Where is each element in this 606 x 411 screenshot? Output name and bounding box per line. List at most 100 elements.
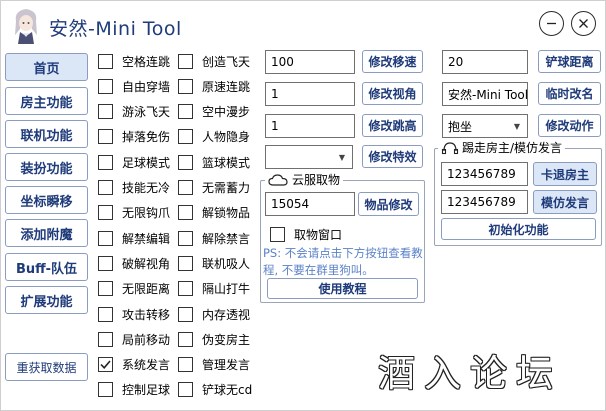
feature-checkbox-row[interactable]: 创造飞天: [178, 53, 250, 69]
shovel-distance-button[interactable]: 铲球距离: [538, 50, 601, 73]
feature-checkbox-row[interactable]: 解禁编辑: [98, 230, 170, 246]
feature-checkbox[interactable]: [178, 154, 193, 170]
mimic-speech-button[interactable]: 模仿发言: [533, 190, 597, 214]
refresh-data-button[interactable]: 重获取数据: [5, 353, 88, 381]
feature-checkbox-row[interactable]: 无需蓄力: [178, 180, 250, 196]
feature-checkbox-row[interactable]: 技能无冷: [98, 180, 170, 196]
feature-checkbox-row[interactable]: 游泳飞天: [98, 104, 170, 120]
shovel-distance-input[interactable]: 20: [442, 50, 528, 74]
feature-checkbox-row[interactable]: 无限距离: [98, 281, 170, 297]
feature-checkbox-row[interactable]: 自由穿墙: [98, 78, 170, 94]
feature-checkbox[interactable]: [98, 129, 113, 145]
feature-checkbox[interactable]: [178, 205, 193, 221]
title-bar[interactable]: 安然-Mini Tool: [1, 1, 605, 47]
rename-input[interactable]: 安然-Mini Tool: [442, 82, 528, 106]
item-window-checkbox[interactable]: [270, 226, 285, 242]
feature-checkbox[interactable]: [178, 255, 193, 271]
nav-online-functions[interactable]: 联机功能: [5, 120, 88, 148]
change-speed-button[interactable]: 修改移速: [362, 50, 423, 73]
feature-checkbox-row[interactable]: 隔山打牛: [178, 281, 250, 297]
feature-checkbox[interactable]: [98, 205, 113, 221]
feature-checkbox[interactable]: [178, 78, 193, 94]
action-select-value: 抱坐: [448, 119, 473, 134]
feature-checkbox[interactable]: [98, 281, 113, 297]
feature-checkbox[interactable]: [178, 281, 193, 297]
feature-checkbox-row[interactable]: 人物隐身: [178, 129, 250, 145]
feature-checkbox[interactable]: [98, 255, 113, 271]
feature-checkbox[interactable]: [98, 331, 113, 347]
action-select[interactable]: 抱坐 ▼: [442, 114, 528, 138]
kick-group-title-text: 踢走房主/模仿发言: [462, 141, 563, 155]
feature-checkbox-row[interactable]: 破解视角: [98, 255, 170, 271]
mimic-id-input[interactable]: 123456789: [441, 190, 528, 214]
feature-checkbox[interactable]: [178, 357, 193, 373]
close-button[interactable]: [571, 11, 596, 36]
feature-checkbox[interactable]: [98, 306, 113, 322]
nav-teleport[interactable]: 坐标瞬移: [5, 186, 88, 214]
feature-checkbox-row[interactable]: 内存透视: [178, 306, 250, 322]
feature-checkbox[interactable]: [98, 53, 113, 69]
item-id-input[interactable]: 15054: [265, 192, 355, 216]
change-jump-button[interactable]: 修改跳高: [362, 114, 423, 137]
feature-checkbox[interactable]: [98, 104, 113, 120]
feature-checkbox[interactable]: [178, 230, 193, 246]
nav-buff-team[interactable]: Buff-队伍: [5, 253, 88, 281]
feature-checkbox-row[interactable]: 局前移动: [98, 331, 170, 347]
view-angle-input[interactable]: 1: [265, 82, 355, 106]
item-modify-button[interactable]: 物品修改: [358, 192, 419, 216]
nav-home[interactable]: 首页: [5, 53, 88, 81]
feature-checkbox-row[interactable]: 掉落免伤: [98, 129, 170, 145]
feature-checkbox-row[interactable]: 足球模式: [98, 154, 170, 170]
feature-checkbox[interactable]: [178, 53, 193, 69]
feature-checkbox[interactable]: [98, 180, 113, 195]
feature-label: 攻击转移: [122, 307, 171, 322]
feature-checkbox-row[interactable]: 篮球模式: [178, 154, 250, 170]
feature-checkbox[interactable]: [178, 129, 193, 145]
feature-checkbox-row[interactable]: 系统发言: [98, 357, 170, 373]
feature-checkbox-row[interactable]: 解锁物品: [178, 205, 250, 221]
nav-dressup-functions[interactable]: 装扮功能: [5, 153, 88, 181]
change-view-button[interactable]: 修改视角: [362, 82, 423, 105]
feature-checkbox-row[interactable]: 空中漫步: [178, 104, 250, 120]
feature-checkbox-row[interactable]: 原速连跳: [178, 78, 250, 94]
feature-checkbox-row[interactable]: 空格连跳: [98, 53, 170, 69]
tutorial-button[interactable]: 使用教程: [267, 278, 418, 299]
kick-id-input[interactable]: 123456789: [441, 162, 528, 186]
feature-checkbox[interactable]: [98, 78, 113, 94]
nav-add-enchant[interactable]: 添加附魔: [5, 219, 88, 247]
feature-checkbox[interactable]: [178, 104, 193, 120]
feature-label: 掉落免伤: [122, 130, 171, 145]
feature-checkbox[interactable]: [98, 357, 113, 373]
minimize-button[interactable]: [539, 11, 564, 36]
move-speed-input[interactable]: 100: [265, 50, 355, 74]
close-icon: [579, 19, 588, 28]
feature-checkbox-row[interactable]: 攻击转移: [98, 306, 170, 322]
feature-checkbox-row[interactable]: 解除禁言: [178, 230, 250, 246]
kick-host-button[interactable]: 卡退房主: [533, 162, 597, 186]
feature-label: 篮球模式: [202, 155, 251, 170]
feature-label: 无限距离: [122, 282, 171, 297]
feature-checkbox[interactable]: [178, 382, 193, 398]
feature-checkbox[interactable]: [178, 331, 193, 347]
init-functions-button[interactable]: 初始化功能: [441, 218, 596, 240]
change-effect-button[interactable]: 修改特效: [362, 145, 423, 168]
change-action-button[interactable]: 修改动作: [538, 114, 601, 137]
effect-select[interactable]: ▼: [265, 145, 353, 169]
jump-height-input[interactable]: 1: [265, 114, 355, 138]
feature-checkbox[interactable]: [98, 382, 113, 398]
feature-label: 联机吸人: [202, 256, 251, 271]
feature-checkbox[interactable]: [178, 306, 193, 322]
feature-checkbox-row[interactable]: 无限钩爪: [98, 205, 170, 221]
feature-checkbox-row[interactable]: 伪变房主: [178, 331, 250, 347]
feature-checkbox[interactable]: [178, 180, 193, 195]
item-window-checkbox-row[interactable]: 取物窗口: [270, 226, 342, 242]
nav-host-functions[interactable]: 房主功能: [5, 87, 88, 115]
nav-extended-functions[interactable]: 扩展功能: [5, 286, 88, 314]
feature-checkbox[interactable]: [98, 230, 113, 246]
feature-checkbox-row[interactable]: 管理发言: [178, 357, 250, 373]
temp-rename-button[interactable]: 临时改名: [538, 82, 601, 105]
feature-checkbox-row[interactable]: 控制足球: [98, 382, 170, 398]
feature-checkbox[interactable]: [98, 154, 113, 170]
feature-checkbox-row[interactable]: 铲球无cd: [178, 382, 252, 398]
feature-checkbox-row[interactable]: 联机吸人: [178, 255, 250, 271]
